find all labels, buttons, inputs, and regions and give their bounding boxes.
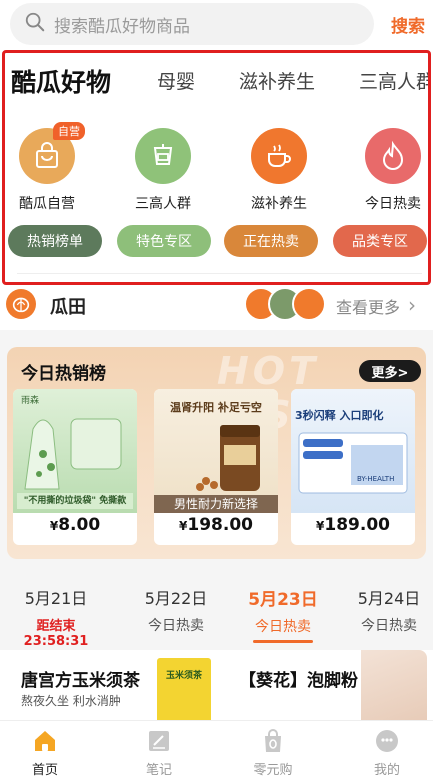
search-button[interactable]: 搜索 [391, 12, 425, 37]
search-input[interactable]: 搜索酷瓜好物商品 [10, 3, 374, 45]
pill-zhengzai-remai[interactable]: 正在热卖 [224, 225, 318, 257]
category-item-rexiao[interactable]: 今日热卖 [343, 128, 428, 213]
nav-item-profile[interactable]: 我的 [347, 727, 427, 778]
date-tab[interactable]: 5月24日 今日热卖 [339, 585, 433, 635]
promo-title: 【葵花】泡脚粉 [239, 671, 358, 691]
category-item-sangao[interactable]: 三高人群 [113, 128, 213, 213]
nav-label: 笔记 [145, 763, 172, 778]
category-item-zibu[interactable]: 滋补养生 [229, 128, 329, 213]
more-button[interactable]: 更多> [359, 360, 421, 382]
date-label: 5月24日 [357, 589, 421, 608]
search-bar: 搜索酷瓜好物商品 搜索 [0, 0, 433, 50]
date-tab[interactable]: 5月22日 今日热卖 [126, 585, 226, 635]
product-image: 温肾升阳 补足亏空 男性耐力新选择 [154, 389, 278, 513]
hot-list-card: HOT LIST 今日热销榜 更多> 雨森 "不用撕的垃圾袋" 免撕款 ¥8.0… [7, 347, 426, 559]
search-icon [24, 11, 46, 37]
zero-bag-icon [233, 727, 313, 755]
nav-item-notes[interactable]: 笔记 [119, 727, 199, 778]
profile-icon [347, 727, 427, 755]
product-price: ¥198.00 [179, 515, 253, 535]
nav-item-zero-buy[interactable]: 零元购 [233, 727, 313, 778]
guatian-section: 瓜田 查看更多 › [0, 285, 433, 325]
nav-label: 首页 [31, 763, 58, 778]
promo-card[interactable]: 【葵花】泡脚粉 [221, 650, 427, 730]
avatar [292, 287, 326, 321]
product-label: 玉米须茶 [165, 671, 202, 681]
date-sub-label: 今日热卖 [148, 618, 204, 634]
product-image: 雨森 "不用撕的垃圾袋" 免撕款 [13, 389, 137, 513]
pill-pinlei-zhuanqu[interactable]: 品类专区 [333, 225, 427, 257]
category-tabs: 酷瓜好物 母婴 滋补养生 三高人群 [9, 63, 428, 103]
countdown-text: 距结束23:58:31 [23, 619, 89, 649]
product-headline: 温肾升阳 补足亏空 [170, 401, 262, 414]
home-icon [5, 727, 85, 755]
product-card[interactable]: 3秒闪释 入口即化 BY-HEALTH ¥189.00 [291, 389, 415, 545]
date-label: 5月22日 [144, 589, 208, 608]
product-tag: 男性耐力新选择 [154, 495, 278, 513]
category-label: 滋补养生 [251, 196, 307, 212]
date-tab[interactable]: 5月21日 距结束23:58:31 [6, 585, 106, 649]
promo-title: 唐宫方玉米须茶 [21, 671, 140, 691]
product-card[interactable]: 雨森 "不用撕的垃圾袋" 免撕款 ¥8.00 [13, 389, 137, 545]
search-placeholder: 搜索酷瓜好物商品 [54, 16, 190, 37]
svg-text:雨森: 雨森 [21, 394, 39, 406]
shopping-bag-icon: 自营 [19, 122, 85, 184]
divider [17, 273, 422, 274]
date-label: 5月21日 [24, 589, 88, 608]
blood-pressure-icon [135, 128, 191, 184]
date-tab-active[interactable]: 5月23日 今日热卖 [233, 585, 333, 643]
teacup-icon [251, 128, 307, 184]
product-image: 3秒闪释 入口即化 BY-HEALTH [291, 389, 415, 513]
bottom-nav: 首页 笔记 零元购 我的 [0, 720, 433, 780]
tab-sangao[interactable]: 三高人群 [359, 67, 428, 94]
product-price: ¥189.00 [316, 515, 390, 535]
chevron-right-icon[interactable]: › [408, 293, 416, 317]
self-operated-badge: 自营 [53, 122, 85, 140]
tab-zibu[interactable]: 滋补养生 [239, 67, 315, 94]
flame-icon [365, 128, 421, 184]
date-tabs: 5月21日 距结束23:58:31 5月22日 今日热卖 5月23日 今日热卖 … [0, 585, 433, 649]
category-panel: 酷瓜好物 母婴 滋补养生 三高人群 自营 酷瓜自营 三高人群 滋补养生 今日热卖… [2, 50, 431, 285]
category-label: 酷瓜自营 [19, 196, 75, 212]
pill-rexiao-bangdan[interactable]: 热销榜单 [8, 225, 102, 257]
note-icon [119, 727, 199, 755]
product-image [361, 650, 427, 730]
avatar-stack [244, 287, 328, 321]
tab-kugua[interactable]: 酷瓜好物 [11, 63, 111, 99]
product-brand: BY-HEALTH [357, 475, 395, 483]
active-underline [253, 640, 313, 643]
promo-subtitle: 熬夜久坐 利水消肿 [21, 694, 121, 708]
view-more-link[interactable]: 查看更多 [336, 294, 400, 318]
date-label: 5月23日 [248, 590, 318, 610]
category-label: 今日热卖 [365, 196, 421, 212]
guatian-title: 瓜田 [50, 297, 86, 318]
category-item-kugua[interactable]: 自营 酷瓜自营 [5, 122, 97, 213]
hot-list-title: 今日热销榜 [21, 364, 106, 384]
category-pills: 热销榜单 特色专区 正在热卖 品类专区 [5, 225, 428, 261]
category-icons: 自营 酷瓜自营 三高人群 滋补养生 今日热卖 [5, 122, 428, 213]
promo-card[interactable]: 唐宫方玉米须茶 熬夜久坐 利水消肿 玉米须茶 [7, 650, 213, 730]
product-caption: "不用撕的垃圾袋" 免撕款 [23, 496, 127, 506]
nav-label: 我的 [373, 763, 400, 778]
date-sub-label: 今日热卖 [255, 619, 311, 635]
date-sub-label: 今日热卖 [361, 618, 417, 634]
tab-muying[interactable]: 母婴 [157, 67, 195, 94]
product-card[interactable]: 温肾升阳 补足亏空 男性耐力新选择 ¥198.00 [154, 389, 278, 545]
pill-tese-zhuanqu[interactable]: 特色专区 [117, 225, 211, 257]
product-headline: 3秒闪释 入口即化 [295, 409, 384, 422]
nav-item-home[interactable]: 首页 [5, 727, 85, 778]
melon-icon [6, 289, 36, 319]
product-price: ¥8.00 [49, 515, 101, 535]
category-label: 三高人群 [135, 196, 191, 212]
nav-label: 零元购 [253, 763, 293, 778]
